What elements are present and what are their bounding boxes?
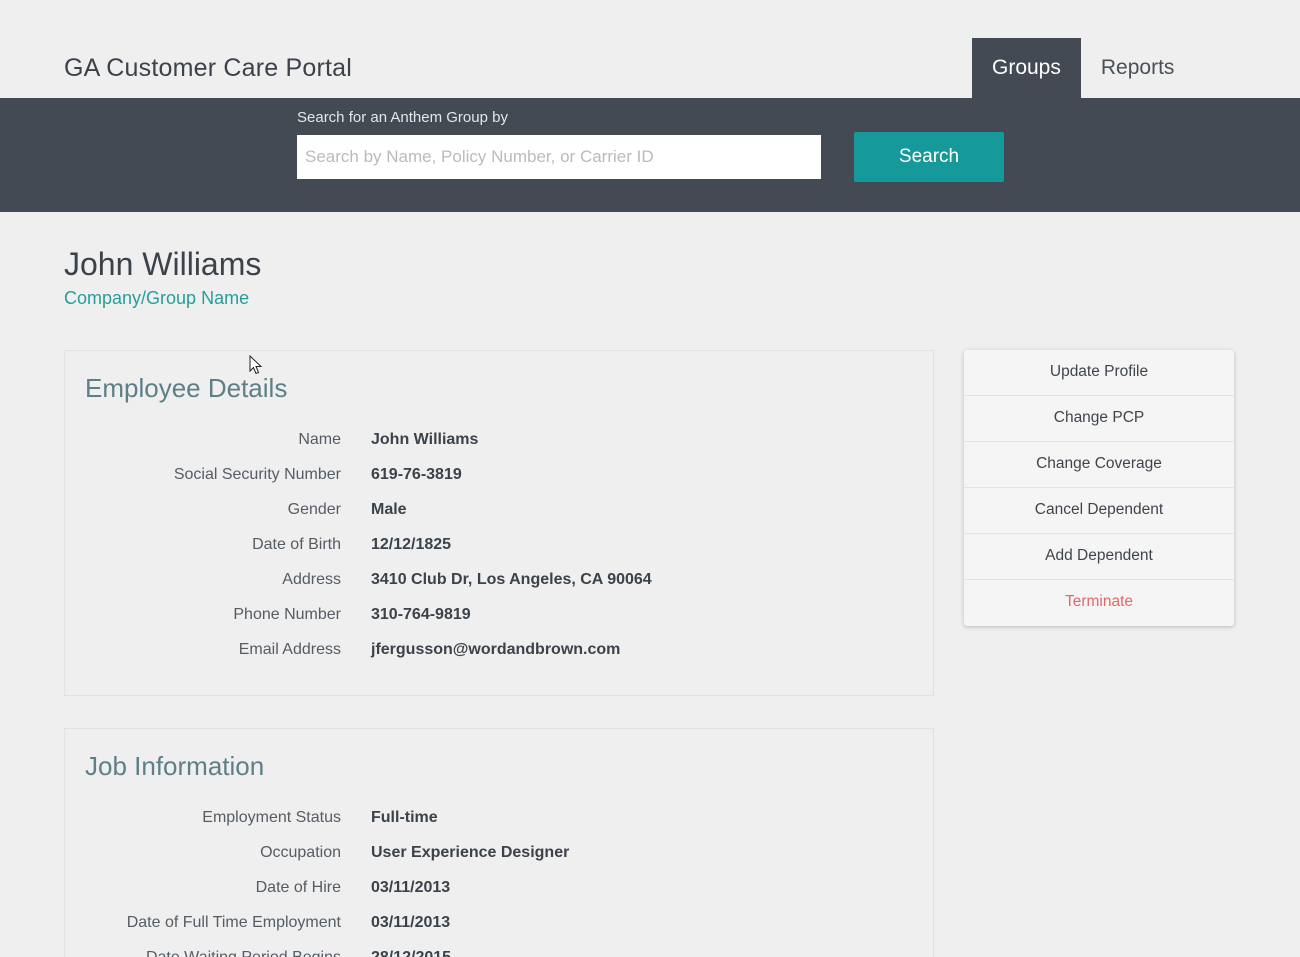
search-input[interactable] bbox=[297, 135, 821, 179]
detail-value: John Williams bbox=[371, 431, 479, 448]
change-coverage-button[interactable]: Change Coverage bbox=[964, 442, 1234, 488]
job-row-status: Employment Status Full-time bbox=[65, 809, 933, 833]
detail-value: jfergusson@wordandbrown.com bbox=[371, 641, 621, 658]
detail-value: 03/11/2013 bbox=[371, 914, 451, 931]
detail-value: 28/12/2015 bbox=[371, 949, 451, 957]
detail-label: Gender bbox=[287, 501, 341, 518]
detail-row-name: Name John Williams bbox=[65, 431, 933, 455]
top-nav-bar: GA Customer Care Portal Groups Reports bbox=[0, 38, 1300, 98]
job-information-panel: Job Information Employment Status Full-t… bbox=[64, 728, 934, 957]
add-dependent-button[interactable]: Add Dependent bbox=[964, 534, 1234, 580]
job-row-waiting-period: Date Waiting Period Begins 28/12/2015 bbox=[65, 949, 933, 957]
detail-row-gender: Gender Male bbox=[65, 501, 933, 525]
detail-label: Employment Status bbox=[202, 809, 341, 826]
detail-label: Name bbox=[298, 431, 341, 448]
detail-label: Occupation bbox=[260, 844, 341, 861]
employee-details-panel: Employee Details Name John Williams Soci… bbox=[64, 350, 934, 696]
detail-row-address: Address 3410 Club Dr, Los Angeles, CA 90… bbox=[65, 571, 933, 595]
job-row-hire-date: Date of Hire 03/11/2013 bbox=[65, 879, 933, 903]
detail-row-phone: Phone Number 310-764-9819 bbox=[65, 606, 933, 630]
search-band: Search for an Anthem Group by Search bbox=[0, 98, 1300, 212]
update-profile-button[interactable]: Update Profile bbox=[964, 350, 1234, 396]
tab-reports[interactable]: Reports bbox=[1081, 38, 1195, 98]
detail-label: Date Waiting Period Begins bbox=[146, 949, 341, 957]
detail-label: Phone Number bbox=[233, 606, 341, 623]
job-information-title: Job Information bbox=[85, 751, 265, 781]
detail-value: Male bbox=[371, 501, 407, 518]
detail-label: Email Address bbox=[238, 641, 341, 658]
detail-label: Social Security Number bbox=[173, 466, 341, 483]
detail-label: Date of Hire bbox=[255, 879, 341, 896]
detail-value: Full-time bbox=[371, 809, 438, 826]
change-pcp-button[interactable]: Change PCP bbox=[964, 396, 1234, 442]
job-row-fulltime-date: Date of Full Time Employment 03/11/2013 bbox=[65, 914, 933, 938]
detail-value: 03/11/2013 bbox=[371, 879, 451, 896]
mouse-cursor-icon bbox=[249, 355, 263, 375]
detail-label: Date of Birth bbox=[252, 536, 341, 553]
main-nav: Groups Reports bbox=[972, 38, 1194, 98]
company-group-link[interactable]: Company/Group Name bbox=[64, 288, 249, 309]
terminate-button[interactable]: Terminate bbox=[964, 580, 1234, 626]
job-row-occupation: Occupation User Experience Designer bbox=[65, 844, 933, 868]
search-label: Search for an Anthem Group by bbox=[297, 109, 508, 126]
detail-row-email: Email Address jfergusson@wordandbrown.co… bbox=[65, 641, 933, 665]
detail-label: Date of Full Time Employment bbox=[126, 914, 341, 931]
tab-groups[interactable]: Groups bbox=[972, 38, 1081, 98]
employee-details-title: Employee Details bbox=[85, 373, 288, 403]
detail-value: 619-76-3819 bbox=[371, 466, 462, 483]
detail-label: Address bbox=[282, 571, 341, 588]
search-button[interactable]: Search bbox=[854, 132, 1004, 182]
detail-value: 310-764-9819 bbox=[371, 606, 471, 623]
actions-menu: Update Profile Change PCP Change Coverag… bbox=[964, 350, 1234, 626]
detail-row-ssn: Social Security Number 619-76-3819 bbox=[65, 466, 933, 490]
detail-row-dob: Date of Birth 12/12/1825 bbox=[65, 536, 933, 560]
cancel-dependent-button[interactable]: Cancel Dependent bbox=[964, 488, 1234, 534]
page-title: John Williams bbox=[64, 246, 262, 282]
detail-value: User Experience Designer bbox=[371, 844, 570, 861]
detail-value: 3410 Club Dr, Los Angeles, CA 90064 bbox=[371, 571, 652, 588]
detail-value: 12/12/1825 bbox=[371, 536, 452, 553]
app-title[interactable]: GA Customer Care Portal bbox=[64, 54, 352, 83]
